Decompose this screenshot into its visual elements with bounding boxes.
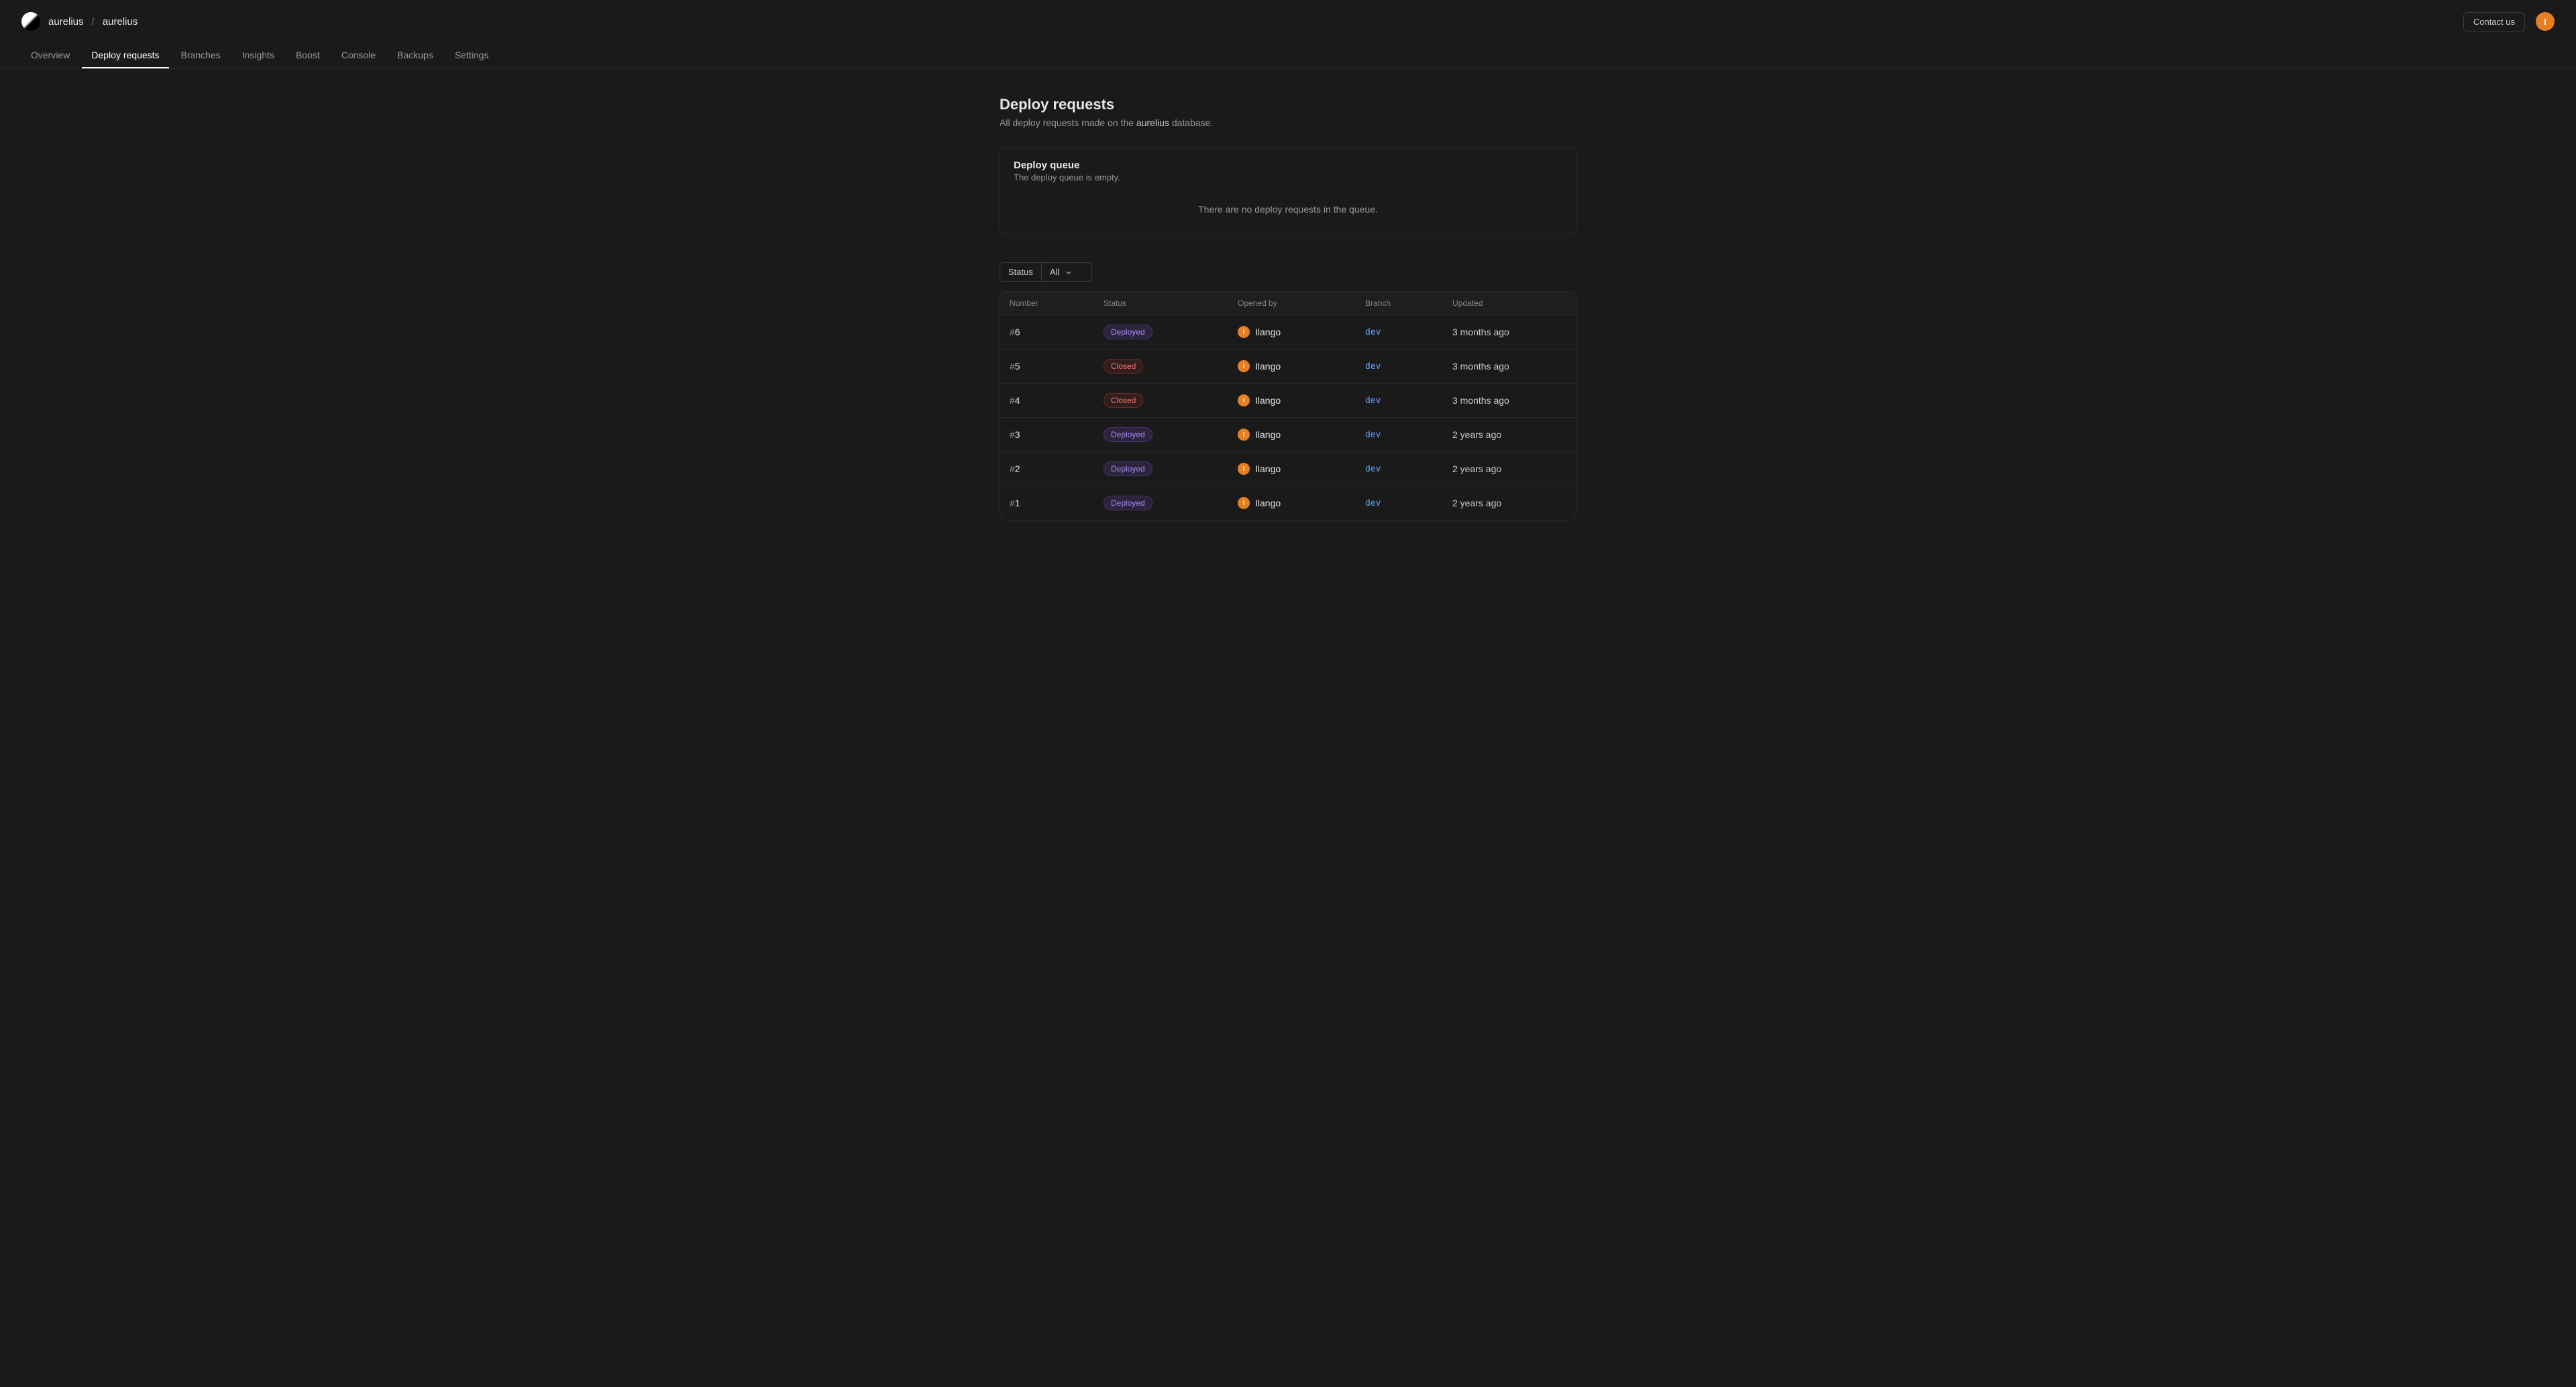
- request-number[interactable]: #6: [1010, 327, 1104, 337]
- user-avatar-icon: I: [1238, 429, 1250, 441]
- table-row[interactable]: #4Closed I Ilango dev3 months ago: [1000, 384, 1576, 418]
- deploy-queue-panel: Deploy queue The deploy queue is empty. …: [1000, 147, 1576, 235]
- request-number[interactable]: #2: [1010, 463, 1104, 474]
- subtitle-suffix: database.: [1169, 117, 1213, 128]
- user-name: Ilango: [1255, 429, 1281, 440]
- breadcrumb-org[interactable]: aurelius: [48, 16, 84, 27]
- opened-by-cell[interactable]: I Ilango: [1238, 497, 1365, 509]
- main-content: Deploy requests All deploy requests made…: [986, 69, 1590, 547]
- subtitle-db-name: aurelius: [1136, 117, 1169, 128]
- user-avatar-icon: I: [1238, 394, 1250, 406]
- tab-backups[interactable]: Backups: [388, 43, 443, 68]
- tab-overview[interactable]: Overview: [21, 43, 79, 68]
- opened-by-cell[interactable]: I Ilango: [1238, 463, 1365, 475]
- deploy-requests-table: Number Status Opened by Branch Updated #…: [1000, 291, 1576, 520]
- status-badge: Closed: [1104, 359, 1143, 374]
- status-badge: Closed: [1104, 393, 1143, 408]
- chevron-down-icon: [1065, 268, 1073, 276]
- breadcrumb-db[interactable]: aurelius: [103, 16, 138, 27]
- opened-by-cell[interactable]: I Ilango: [1238, 360, 1365, 372]
- user-name: Ilango: [1255, 498, 1281, 508]
- request-number[interactable]: #4: [1010, 395, 1104, 406]
- header-right: Contact us I: [2463, 12, 2555, 32]
- subtitle-prefix: All deploy requests made on the: [1000, 117, 1136, 128]
- tab-settings[interactable]: Settings: [445, 43, 498, 68]
- user-name: Ilango: [1255, 395, 1281, 406]
- request-status: Closed: [1104, 393, 1238, 408]
- queue-empty-message: There are no deploy requests in the queu…: [1014, 199, 1562, 223]
- filter-row: Status All: [1000, 262, 1576, 282]
- queue-subtitle: The deploy queue is empty.: [1014, 172, 1562, 182]
- branch-link[interactable]: dev: [1365, 464, 1452, 474]
- branch-link[interactable]: dev: [1365, 327, 1452, 337]
- updated-time: 3 months ago: [1452, 361, 1566, 372]
- request-status: Deployed: [1104, 325, 1238, 339]
- table-row[interactable]: #1Deployed I Ilango dev2 years ago: [1000, 486, 1576, 520]
- tab-deploy-requests[interactable]: Deploy requests: [82, 43, 168, 68]
- header-left: aurelius / aurelius: [21, 12, 138, 31]
- col-updated: Updated: [1452, 298, 1566, 308]
- user-name: Ilango: [1255, 361, 1281, 372]
- tab-boost[interactable]: Boost: [286, 43, 329, 68]
- branch-link[interactable]: dev: [1365, 362, 1452, 372]
- page-title: Deploy requests: [1000, 96, 1576, 113]
- user-avatar-icon: I: [1238, 360, 1250, 372]
- user-name: Ilango: [1255, 327, 1281, 337]
- request-status: Deployed: [1104, 496, 1238, 510]
- updated-time: 3 months ago: [1452, 327, 1566, 337]
- request-number[interactable]: #3: [1010, 429, 1104, 440]
- branch-link[interactable]: dev: [1365, 498, 1452, 508]
- tab-insights[interactable]: Insights: [233, 43, 284, 68]
- status-badge: Deployed: [1104, 427, 1152, 442]
- logo-icon[interactable]: [21, 12, 40, 31]
- filter-label: Status: [1000, 262, 1041, 282]
- request-number[interactable]: #5: [1010, 361, 1104, 372]
- updated-time: 2 years ago: [1452, 463, 1566, 474]
- updated-time: 2 years ago: [1452, 429, 1566, 440]
- contact-us-button[interactable]: Contact us: [2463, 12, 2525, 32]
- user-name: Ilango: [1255, 463, 1281, 474]
- opened-by-cell[interactable]: I Ilango: [1238, 394, 1365, 406]
- status-filter-select[interactable]: All: [1041, 262, 1092, 282]
- breadcrumb: aurelius / aurelius: [48, 16, 138, 27]
- user-avatar-icon: I: [1238, 463, 1250, 475]
- table-row[interactable]: #5Closed I Ilango dev3 months ago: [1000, 349, 1576, 384]
- header: aurelius / aurelius Contact us I: [0, 0, 2576, 43]
- branch-link[interactable]: dev: [1365, 430, 1452, 440]
- table-row[interactable]: #3Deployed I Ilango dev2 years ago: [1000, 418, 1576, 452]
- tab-console[interactable]: Console: [332, 43, 385, 68]
- breadcrumb-separator: /: [92, 16, 95, 27]
- request-number[interactable]: #1: [1010, 498, 1104, 508]
- request-status: Closed: [1104, 359, 1238, 374]
- col-branch: Branch: [1365, 298, 1452, 308]
- col-number: Number: [1010, 298, 1104, 308]
- opened-by-cell[interactable]: I Ilango: [1238, 326, 1365, 338]
- request-status: Deployed: [1104, 461, 1238, 476]
- request-status: Deployed: [1104, 427, 1238, 442]
- branch-link[interactable]: dev: [1365, 396, 1452, 406]
- tab-branches[interactable]: Branches: [172, 43, 230, 68]
- status-badge: Deployed: [1104, 461, 1152, 476]
- table-row[interactable]: #2Deployed I Ilango dev2 years ago: [1000, 452, 1576, 486]
- updated-time: 3 months ago: [1452, 395, 1566, 406]
- page-subtitle: All deploy requests made on the aurelius…: [1000, 117, 1576, 128]
- user-avatar-icon: I: [1238, 497, 1250, 509]
- status-badge: Deployed: [1104, 496, 1152, 510]
- table-header: Number Status Opened by Branch Updated: [1000, 292, 1576, 315]
- filter-selected-value: All: [1050, 267, 1059, 277]
- nav-tabs: OverviewDeploy requestsBranchesInsightsB…: [0, 43, 2576, 69]
- user-avatar-icon: I: [1238, 326, 1250, 338]
- user-avatar[interactable]: I: [2536, 12, 2555, 31]
- table-row[interactable]: #6Deployed I Ilango dev3 months ago: [1000, 315, 1576, 349]
- queue-title: Deploy queue: [1014, 160, 1562, 171]
- col-opened-by: Opened by: [1238, 298, 1365, 308]
- status-badge: Deployed: [1104, 325, 1152, 339]
- col-status: Status: [1104, 298, 1238, 308]
- updated-time: 2 years ago: [1452, 498, 1566, 508]
- opened-by-cell[interactable]: I Ilango: [1238, 429, 1365, 441]
